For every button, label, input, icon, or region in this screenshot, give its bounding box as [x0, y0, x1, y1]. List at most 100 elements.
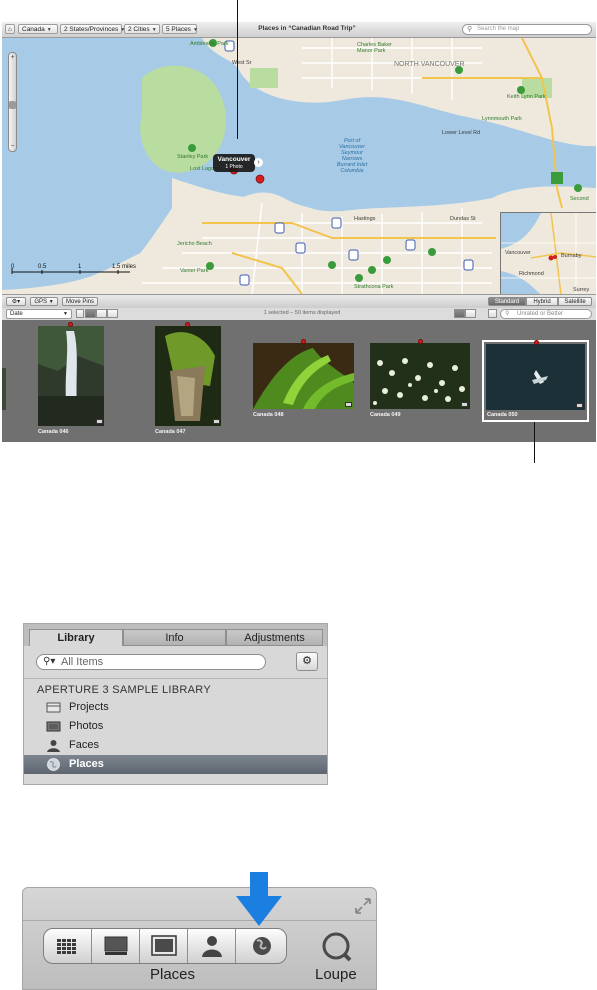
- move-pins-button[interactable]: Move Pins: [62, 297, 98, 306]
- map-label: Lower Level Rd: [442, 130, 481, 136]
- zoom-slider-thumb[interactable]: [9, 101, 16, 109]
- faces-button[interactable]: [188, 929, 236, 963]
- search-icon: ⚲: [467, 26, 473, 33]
- partial-thumbnail[interactable]: [2, 368, 6, 410]
- grid-view-icon[interactable]: [96, 309, 107, 318]
- thumbnail-canada-048[interactable]: [253, 339, 354, 409]
- thumbnail-canada-050[interactable]: [486, 340, 585, 410]
- map-label: Jericho Beach: [177, 241, 212, 247]
- chevron-down-icon: ▼: [151, 27, 157, 33]
- breadcrumb-places[interactable]: 5 Places ▼: [162, 24, 198, 34]
- browser-view-button[interactable]: [44, 929, 92, 963]
- filmstrip: Canada 046 Canada 047 Canada 048 Canada …: [2, 320, 596, 442]
- tab-adjustments[interactable]: Adjustments: [226, 629, 323, 646]
- standard-view-button[interactable]: Standard: [488, 297, 526, 306]
- loupe-label: Loupe: [315, 966, 357, 983]
- library-item-photos[interactable]: Photos: [24, 717, 327, 736]
- thumbnail-caption: Canada 046: [38, 429, 69, 435]
- map-label: West Sr: [232, 60, 252, 66]
- library-inspector: Library Info Adjustments ⚲▾ All Items ⚙ …: [23, 623, 328, 785]
- badge-icon: [345, 402, 352, 407]
- selection-status: 1 selected – 50 items displayed: [263, 310, 341, 316]
- scale-label: 0: [11, 264, 15, 270]
- hybrid-view-button[interactable]: Hybrid: [526, 297, 558, 306]
- breadcrumb-states[interactable]: 2 States/Provinces ▼: [60, 24, 125, 34]
- scale-label: 1: [78, 264, 82, 270]
- satellite-view-button[interactable]: Satellite: [558, 297, 592, 306]
- library-section-header: APERTURE 3 SAMPLE LIBRARY: [37, 684, 211, 696]
- rating-filter-field[interactable]: ⚲ Unrated or Better: [500, 309, 592, 319]
- filmstrip-view-icon[interactable]: [85, 309, 96, 318]
- inset-label: Richmond: [519, 271, 544, 277]
- inset-label: Burnaby: [561, 253, 582, 259]
- callout-line: [237, 0, 238, 139]
- list-view-icon[interactable]: [107, 309, 118, 318]
- scale-label: 1.5 miles: [112, 264, 137, 270]
- faces-icon: [202, 936, 222, 957]
- gear-icon: ⚙▾: [11, 299, 21, 305]
- inset-map[interactable]: Vancouver Burnaby Richmond Surrey: [500, 212, 596, 294]
- home-button[interactable]: ⌂: [5, 24, 15, 34]
- main-toolbar: Places Loupe: [22, 887, 377, 990]
- map-label: Hastings: [354, 216, 376, 222]
- inset-label: Vancouver: [505, 250, 531, 256]
- map-label: Ambleside Park: [190, 41, 229, 47]
- viewer-button[interactable]: [140, 929, 188, 963]
- callout-arrow-icon[interactable]: ›: [254, 158, 263, 167]
- badge-icon: [576, 403, 583, 408]
- map-label: Second: [570, 196, 589, 202]
- action-menu-button[interactable]: ⚙▾: [6, 297, 26, 306]
- split-view-button[interactable]: [92, 929, 140, 963]
- breadcrumb-country[interactable]: Canada ▼: [18, 24, 58, 34]
- viewer-icon: [151, 935, 177, 956]
- tab-info[interactable]: Info: [123, 629, 226, 646]
- arrow-down-icon: [236, 872, 282, 926]
- map-view[interactable]: + − Ambleside Park West Sr Stanley Park …: [2, 38, 596, 294]
- breadcrumb-cities[interactable]: 2 Cities ▼: [124, 24, 160, 34]
- thumbnail-view-icon[interactable]: [454, 309, 465, 318]
- info-view-icon[interactable]: [465, 309, 476, 318]
- zoom-in-icon[interactable]: +: [9, 54, 16, 61]
- pin-icon: [418, 339, 423, 344]
- search-icon: ⚲: [505, 311, 510, 317]
- location-callout[interactable]: Vancouver 1 Photo: [213, 154, 255, 172]
- library-item-projects[interactable]: Projects: [24, 698, 327, 717]
- library-action-button[interactable]: ⚙: [296, 652, 318, 671]
- zoom-out-icon[interactable]: −: [9, 143, 16, 150]
- tab-library[interactable]: Library: [29, 629, 123, 646]
- inspector-tabs: Library Info Adjustments: [24, 624, 327, 646]
- map-label: Lynnmouth Park: [482, 116, 522, 122]
- places-button[interactable]: [236, 929, 284, 963]
- badge-icon: [461, 402, 468, 407]
- map-label: Charles Baker Manor Park: [357, 42, 392, 54]
- places-toolbar: ⌂ Canada ▼ 2 States/Provinces ▼ 2 Cities ▼ …: [2, 22, 596, 38]
- loupe-icon[interactable]: [320, 930, 352, 962]
- badge-icon: [213, 419, 220, 424]
- inset-label: Surrey: [573, 287, 590, 293]
- chevron-down-icon: ▼: [192, 27, 198, 33]
- gps-button[interactable]: GPS ▼: [30, 297, 58, 306]
- sort-select[interactable]: Date ▼: [6, 309, 72, 319]
- faces-icon: [47, 740, 60, 752]
- library-search-field[interactable]: ⚲▾ All Items: [36, 654, 266, 670]
- photos-icon: [46, 721, 61, 732]
- callout-line: [534, 422, 535, 463]
- chevron-down-icon: ▼: [63, 311, 68, 317]
- filter-hud-icon[interactable]: [488, 309, 497, 318]
- scale-label: 0.5: [38, 264, 47, 270]
- fullscreen-icon[interactable]: [353, 896, 373, 916]
- library-item-faces[interactable]: Faces: [24, 736, 327, 755]
- thumbnail-canada-047[interactable]: [155, 322, 221, 426]
- library-item-places[interactable]: Places: [24, 755, 327, 774]
- map-controls-bar: ⚙▾ GPS ▼ Move Pins Standard Hybrid Satel…: [2, 294, 596, 309]
- thumbnail-canada-049[interactable]: [370, 339, 470, 409]
- thumbnail-canada-046[interactable]: [38, 322, 104, 426]
- sort-direction-button[interactable]: [76, 309, 84, 318]
- divider: [24, 678, 327, 679]
- zoom-slider[interactable]: + −: [8, 52, 17, 152]
- places-label: Places: [150, 966, 196, 983]
- pin-icon: [68, 322, 73, 327]
- map-search-field[interactable]: ⚲ Search the map: [462, 24, 592, 35]
- thumbnail-caption: Canada 048: [253, 412, 284, 418]
- gear-icon: ⚙: [302, 655, 312, 667]
